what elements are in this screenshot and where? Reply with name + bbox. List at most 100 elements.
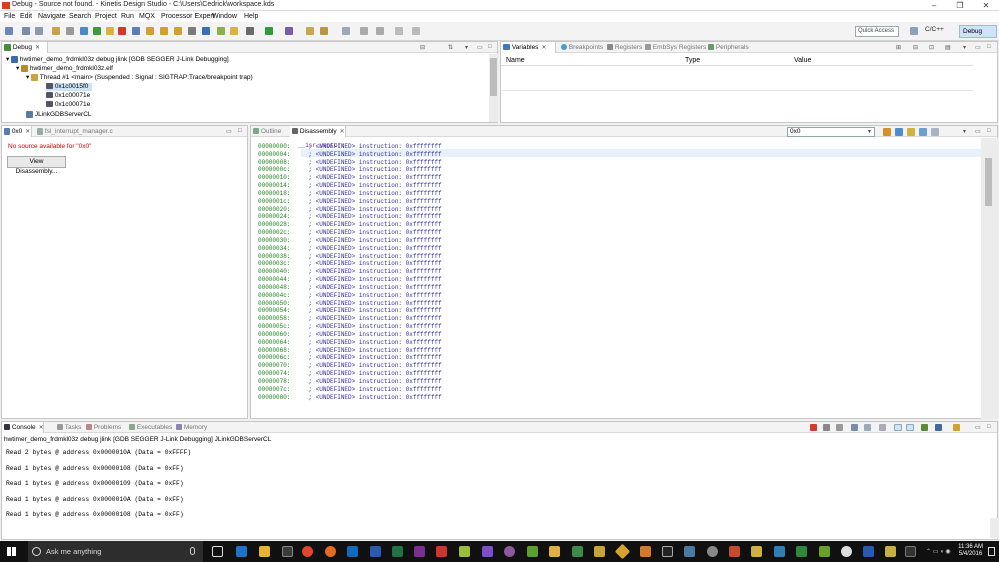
display-console-icon[interactable] bbox=[935, 424, 942, 431]
app-icon[interactable] bbox=[594, 546, 605, 557]
app-icon[interactable] bbox=[729, 546, 740, 557]
store-icon[interactable] bbox=[282, 546, 293, 557]
maximize-button[interactable]: ❐ bbox=[947, 0, 973, 11]
tab-fsl-interrupt-manager[interactable]: fsl_interrupt_manager.c bbox=[35, 126, 113, 137]
step-into-icon[interactable] bbox=[146, 27, 154, 35]
disassembly-line[interactable]: 00000080: ; <UNDEFINED> instruction: 0xf… bbox=[258, 394, 442, 402]
minimize-view-icon[interactable]: ▭ bbox=[477, 44, 483, 51]
close-icon[interactable]: ✕ bbox=[541, 45, 546, 51]
print-icon[interactable] bbox=[66, 27, 74, 35]
remove-all-icon[interactable] bbox=[836, 424, 843, 431]
maximize-view-icon[interactable]: □ bbox=[987, 424, 991, 430]
disassembly-line[interactable]: 00000054: ; <UNDEFINED> instruction: 0xf… bbox=[258, 307, 442, 315]
view-menu-icon[interactable]: ▾ bbox=[963, 128, 966, 135]
app-icon[interactable] bbox=[796, 546, 807, 557]
chevron-down-icon[interactable]: ▾ bbox=[868, 128, 871, 135]
search-icon[interactable] bbox=[320, 27, 328, 35]
skip-breakpoints-icon[interactable] bbox=[80, 27, 88, 35]
tab-disassembly[interactable]: Disassembly ✕ bbox=[290, 126, 346, 137]
app-icon[interactable] bbox=[819, 546, 830, 557]
console-scrollbar[interactable] bbox=[990, 518, 998, 538]
terminate-icon[interactable] bbox=[118, 27, 126, 35]
word-icon[interactable] bbox=[370, 546, 381, 557]
app-icon[interactable] bbox=[751, 546, 762, 557]
maximize-view-icon[interactable]: □ bbox=[488, 44, 492, 50]
forward-icon[interactable] bbox=[412, 27, 420, 35]
disassembly-line[interactable]: 0000004c: ; <UNDEFINED> instruction: 0xf… bbox=[258, 292, 442, 300]
drop-to-frame-icon[interactable] bbox=[188, 27, 196, 35]
settings-icon[interactable] bbox=[841, 546, 852, 557]
app-icon[interactable] bbox=[549, 546, 560, 557]
close-icon[interactable]: ✕ bbox=[35, 45, 40, 51]
maximize-view-icon[interactable]: □ bbox=[987, 44, 991, 50]
disassembly-scrollbar[interactable] bbox=[981, 138, 998, 419]
resume-icon[interactable] bbox=[93, 27, 101, 35]
file-explorer-icon[interactable] bbox=[259, 546, 270, 557]
menu-help[interactable]: Help bbox=[244, 13, 258, 20]
disassembly-line[interactable]: 0000007c: ; <UNDEFINED> instruction: 0xf… bbox=[258, 386, 442, 394]
app-icon[interactable] bbox=[504, 546, 515, 557]
disassembly-line[interactable]: 00000050: ; <UNDEFINED> instruction: 0xf… bbox=[258, 300, 442, 308]
disassembly-line[interactable]: 00000058: ; <UNDEFINED> instruction: 0xf… bbox=[258, 315, 442, 323]
disassembly-line[interactable]: 00000004: ; <UNDEFINED> instruction: 0xf… bbox=[258, 151, 442, 159]
disassembly-line[interactable]: 0000002c: ; <UNDEFINED> instruction: 0xf… bbox=[258, 229, 442, 237]
app-icon[interactable] bbox=[863, 546, 874, 557]
next-annotation-icon[interactable] bbox=[360, 27, 368, 35]
minimize-view-icon[interactable]: ▭ bbox=[975, 128, 981, 135]
view-disassembly-button[interactable]: View Disassembly... bbox=[7, 156, 66, 175]
scroll-lock-icon[interactable] bbox=[864, 424, 871, 431]
tools-icon[interactable] bbox=[459, 546, 470, 557]
clear-console-icon[interactable] bbox=[851, 424, 858, 431]
tab-embsys-registers[interactable]: EmbSys Registers bbox=[643, 42, 706, 53]
menu-processor-expert[interactable]: Processor Expert bbox=[161, 13, 215, 20]
disassembly-line[interactable]: 00000030: ; <UNDEFINED> instruction: 0xf… bbox=[258, 237, 442, 245]
open-type-icon[interactable] bbox=[306, 27, 314, 35]
disassembly-line[interactable]: 00000028: ; <UNDEFINED> instruction: 0xf… bbox=[258, 221, 442, 229]
pdf-icon[interactable] bbox=[436, 546, 447, 557]
sync-icon[interactable] bbox=[931, 128, 939, 136]
minimize-view-icon[interactable]: ▭ bbox=[975, 44, 981, 51]
tree-frame-3[interactable]: 0x1c00071e bbox=[46, 101, 90, 109]
disassembly-line[interactable]: 0000000c: ; <UNDEFINED> instruction: 0xf… bbox=[258, 166, 442, 174]
prev-annotation-icon[interactable] bbox=[376, 27, 384, 35]
app-icon[interactable] bbox=[774, 546, 785, 557]
disassembly-line[interactable]: 0000001c: ; <UNDEFINED> instruction: 0xf… bbox=[258, 198, 442, 206]
minimize-view-icon[interactable]: ▭ bbox=[226, 128, 232, 135]
view-menu-icon[interactable]: ▾ bbox=[465, 44, 468, 51]
excel-icon[interactable] bbox=[392, 546, 403, 557]
menu-window[interactable]: Window bbox=[212, 13, 237, 20]
address-input[interactable]: 0x0 bbox=[787, 127, 875, 137]
app-icon[interactable] bbox=[905, 546, 916, 557]
refresh-icon[interactable] bbox=[883, 128, 891, 136]
show-logical-icon[interactable]: ⊟ bbox=[913, 44, 918, 51]
disassembly-line[interactable]: 00000044: ; <UNDEFINED> instruction: 0xf… bbox=[258, 276, 442, 284]
tree-frame-2[interactable]: 0x1c00071e bbox=[46, 92, 90, 100]
tab-tasks[interactable]: Tasks bbox=[55, 422, 81, 433]
tab-console[interactable]: Console ✕ bbox=[2, 422, 44, 433]
scrollbar-thumb[interactable] bbox=[490, 58, 497, 96]
tab-0x0[interactable]: 0x0 ✕ bbox=[2, 126, 32, 137]
tray-icons[interactable]: ⌃ ▭ ◖ ◉ bbox=[926, 548, 951, 555]
visual-studio-icon[interactable] bbox=[482, 546, 493, 557]
remove-launch-icon[interactable] bbox=[823, 424, 830, 431]
menu-project[interactable]: Project bbox=[95, 13, 117, 20]
show-stdout-icon[interactable] bbox=[894, 424, 902, 431]
menu-edit[interactable]: Edit bbox=[20, 13, 32, 20]
disassembly-line[interactable]: 00000038: ; <UNDEFINED> instruction: 0xf… bbox=[258, 253, 442, 261]
disassembly-line[interactable]: 00000068: ; <UNDEFINED> instruction: 0xf… bbox=[258, 347, 442, 355]
debug-scrollbar[interactable] bbox=[489, 54, 498, 122]
tab-breakpoints[interactable]: Breakpoints bbox=[559, 42, 603, 53]
disassembly-line[interactable]: 0000006c: ; <UNDEFINED> instruction: 0xf… bbox=[258, 354, 442, 362]
tree-gdbserver[interactable]: JLinkGDBServerCL bbox=[26, 111, 92, 119]
scrollbar-thumb[interactable] bbox=[985, 158, 992, 206]
tab-memory[interactable]: Memory bbox=[174, 422, 207, 433]
view-menu-icon[interactable]: ▾ bbox=[963, 44, 966, 51]
step-over-icon[interactable] bbox=[160, 27, 168, 35]
disassembly-line[interactable]: 00000040: ; <UNDEFINED> instruction: 0xf… bbox=[258, 268, 442, 276]
home-icon[interactable] bbox=[907, 128, 915, 136]
quick-access-input[interactable]: Quick Access bbox=[855, 26, 899, 37]
collapse-all-icon[interactable]: ⊟ bbox=[420, 44, 425, 51]
tree-elf[interactable]: ▾ hwtimer_demo_frdmkl03z.elf bbox=[16, 65, 113, 73]
menu-mqx[interactable]: MQX bbox=[139, 13, 155, 20]
suspend-icon[interactable] bbox=[106, 27, 114, 35]
